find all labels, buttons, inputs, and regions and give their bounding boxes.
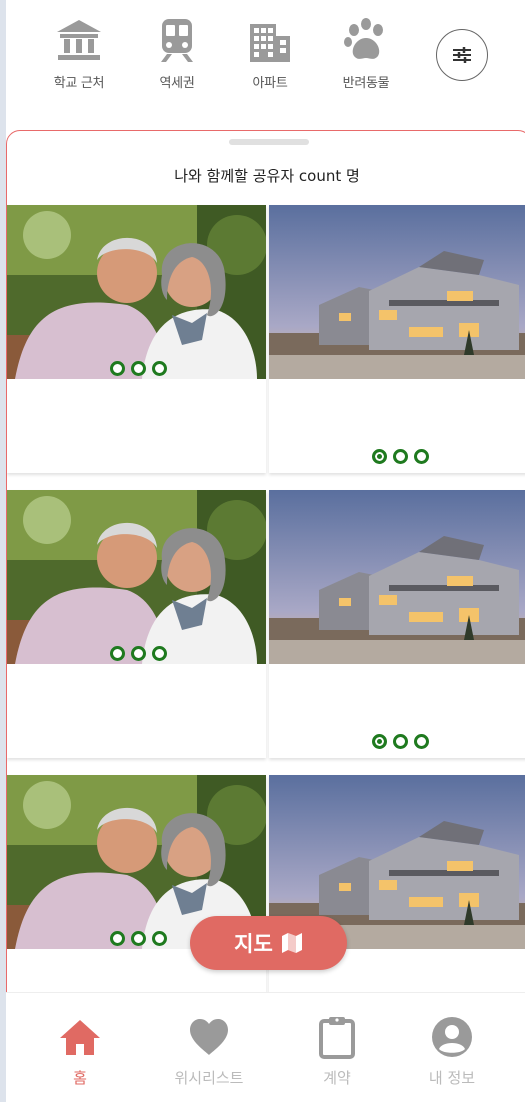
category-school[interactable]: 학교 근처	[34, 16, 124, 91]
subway-train-icon	[161, 19, 193, 62]
clipboard-icon	[319, 1017, 355, 1059]
pager-dot[interactable]	[110, 931, 125, 946]
pager-dot[interactable]	[131, 646, 146, 661]
listing-photo-house	[269, 205, 525, 379]
listing-photo-couple	[7, 205, 266, 379]
listing-photo-house	[269, 490, 525, 664]
listing-card-house[interactable]	[269, 205, 525, 473]
paw-icon	[344, 18, 383, 59]
image-pager[interactable]	[110, 361, 167, 376]
drag-handle[interactable]	[229, 139, 309, 145]
image-pager[interactable]	[372, 449, 429, 464]
school-building-icon	[57, 20, 101, 60]
nav-wishlist[interactable]: 위시리스트	[149, 1015, 269, 1088]
listing-row	[7, 490, 525, 758]
filter-sliders-icon	[453, 47, 471, 63]
listing-photo-couple	[7, 490, 266, 664]
category-label: 학교 근처	[53, 76, 105, 91]
nav-label: 내 정보	[428, 1069, 476, 1087]
listing-card-house[interactable]	[269, 775, 525, 1009]
nav-my-info[interactable]: 내 정보	[392, 1015, 512, 1088]
pager-dot[interactable]	[152, 646, 167, 661]
pager-dot[interactable]	[414, 449, 429, 464]
nav-label: 홈	[73, 1069, 87, 1087]
category-pets[interactable]: 반려동물	[321, 16, 411, 91]
image-pager[interactable]	[372, 734, 429, 749]
map-button-label: 지도	[234, 932, 273, 956]
category-label: 반려동물	[342, 76, 390, 91]
pager-dot[interactable]	[414, 734, 429, 749]
pager-dot[interactable]	[110, 646, 125, 661]
nav-label: 위시리스트	[174, 1069, 244, 1087]
apartment-building-icon	[250, 24, 290, 62]
pager-dot[interactable]	[131, 931, 146, 946]
image-pager[interactable]	[110, 931, 167, 946]
nav-contract[interactable]: 계약	[277, 1015, 397, 1088]
nav-label: 계약	[323, 1069, 351, 1087]
listing-card-house[interactable]	[269, 490, 525, 758]
map-icon	[281, 933, 302, 953]
category-label: 아파트	[252, 76, 288, 91]
listing-card-couple[interactable]	[7, 775, 266, 1009]
pager-dot[interactable]	[152, 931, 167, 946]
listing-card-couple[interactable]	[7, 490, 266, 758]
map-button[interactable]: 지도	[190, 916, 347, 970]
nav-home[interactable]: 홈	[20, 1015, 140, 1088]
filter-button[interactable]	[436, 29, 488, 81]
bottom-navigation: 홈 위시리스트 계약 내 정보	[6, 992, 525, 1102]
category-station[interactable]: 역세권	[132, 16, 222, 91]
listing-sheet[interactable]: 나와 함께할 공유자 count 명	[6, 130, 525, 1010]
pager-dot[interactable]	[131, 361, 146, 376]
user-avatar-icon	[432, 1017, 472, 1057]
pager-dot[interactable]	[372, 449, 387, 464]
home-icon	[60, 1020, 100, 1055]
pager-dot[interactable]	[152, 361, 167, 376]
heart-icon	[190, 1019, 228, 1055]
category-apartment[interactable]: 아파트	[225, 16, 315, 91]
listing-card-couple[interactable]	[7, 205, 266, 473]
listing-row	[7, 775, 525, 1009]
category-bar: 학교 근처 역세권 아파트 반려동물	[6, 0, 525, 128]
pager-dot[interactable]	[393, 734, 408, 749]
sheet-title: 나와 함께할 공유자 count 명	[174, 167, 360, 185]
image-pager[interactable]	[110, 646, 167, 661]
pager-dot[interactable]	[372, 734, 387, 749]
pager-dot[interactable]	[110, 361, 125, 376]
listing-row	[7, 205, 525, 473]
pager-dot[interactable]	[393, 449, 408, 464]
category-label: 역세권	[159, 76, 195, 91]
